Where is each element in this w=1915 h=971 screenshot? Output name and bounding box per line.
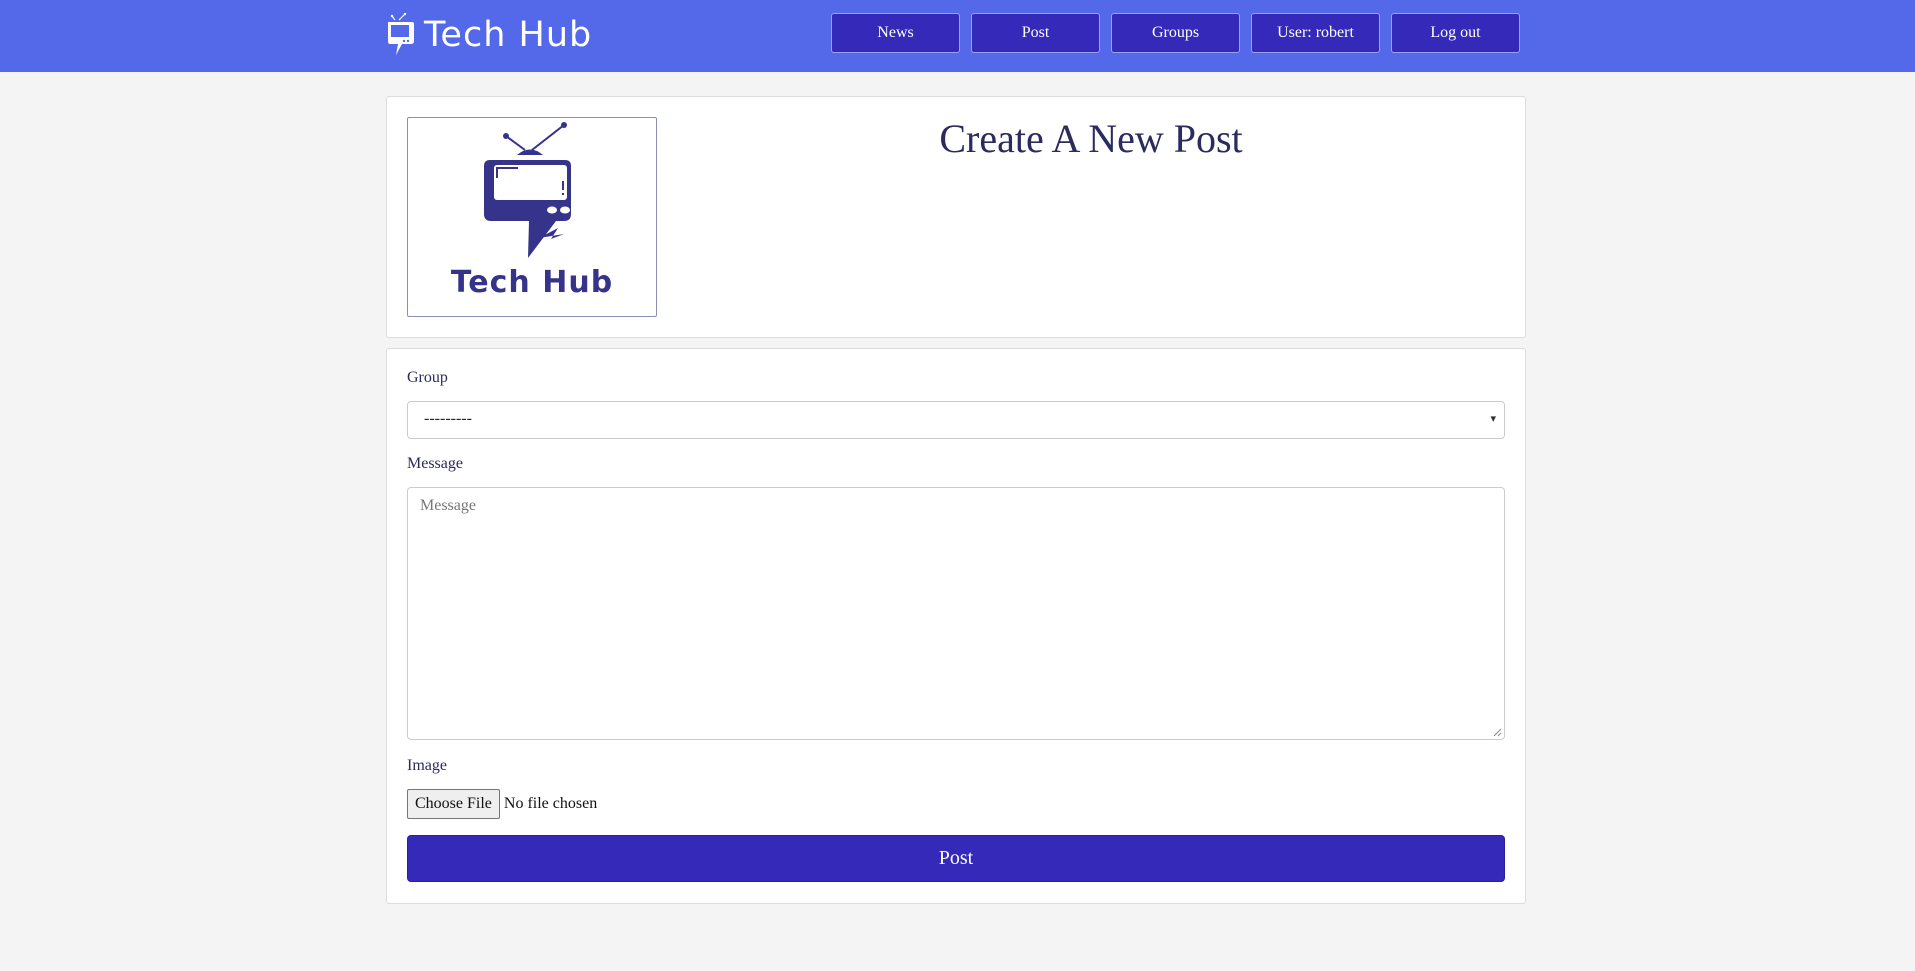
image-label: Image <box>407 757 447 774</box>
page-title: Create A New Post <box>939 116 1243 161</box>
logo: Tech Hub <box>407 117 657 317</box>
message-placeholder: Message <box>420 497 476 514</box>
file-status: No file chosen <box>503 795 598 812</box>
header-card: Tech Hub Create A New Post <box>386 96 1526 338</box>
nav-links: News Post Groups User: robert Log out <box>831 13 1520 53</box>
group-select-value: --------- <box>424 410 472 427</box>
logo-text: Tech Hub <box>450 265 614 300</box>
nav-logout-button[interactable]: Log out <box>1391 13 1520 53</box>
resize-grip-icon[interactable] <box>1493 728 1502 737</box>
group-label: Group <box>407 369 448 386</box>
image-file-input: Choose File No file chosen <box>407 789 597 819</box>
nav-post-button[interactable]: Post <box>971 13 1100 53</box>
tv-chat-icon <box>388 13 414 55</box>
group-select[interactable]: --------- ▾ <box>407 401 1505 439</box>
nav-user-button[interactable]: User: robert <box>1251 13 1380 53</box>
nav-news-button[interactable]: News <box>831 13 960 53</box>
post-form: Group --------- ▾ Message Message Image … <box>386 348 1526 904</box>
nav-groups-button[interactable]: Groups <box>1111 13 1240 53</box>
post-submit-button[interactable]: Post <box>407 835 1505 882</box>
chevron-down-icon: ▾ <box>1490 413 1496 425</box>
top-navbar: Tech Hub News Post Groups User: robert L… <box>0 0 1915 72</box>
message-textarea[interactable]: Message <box>407 487 1505 740</box>
message-label: Message <box>407 455 463 472</box>
choose-file-button[interactable]: Choose File <box>407 789 500 819</box>
brand-name: Tech Hub <box>424 15 593 55</box>
brand-link[interactable]: Tech Hub <box>386 12 592 58</box>
